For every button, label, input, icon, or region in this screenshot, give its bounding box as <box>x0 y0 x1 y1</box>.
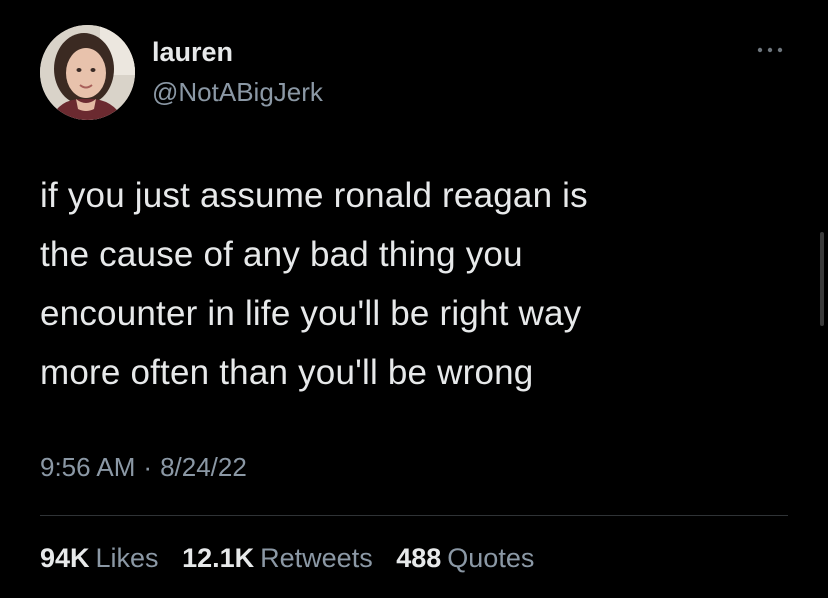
engagement-stats: 94K Likes 12.1K Retweets 488 Quotes <box>40 540 550 576</box>
retweets-count: 12.1K <box>182 543 255 573</box>
quotes-stat[interactable]: 488 Quotes <box>396 540 534 576</box>
tweet-text-line: encounter in life you'll be right way <box>40 294 582 333</box>
tweet-text: if you just assume ronald reagan is the … <box>40 166 780 402</box>
avatar[interactable] <box>40 25 135 120</box>
likes-count: 94K <box>40 543 90 573</box>
avatar-image <box>40 25 135 120</box>
tweet-card: lauren @NotABigJerk if you just assume r… <box>0 0 828 598</box>
divider <box>40 515 788 516</box>
scroll-indicator[interactable] <box>820 232 824 326</box>
tweet-text-line: if you just assume ronald reagan is <box>40 176 588 215</box>
retweets-stat[interactable]: 12.1K Retweets <box>182 540 373 576</box>
more-options-button[interactable] <box>752 36 788 64</box>
display-name[interactable]: lauren <box>152 36 233 68</box>
tweet-time: 9:56 AM <box>40 452 136 482</box>
timestamp-separator: · <box>143 452 153 482</box>
tweet-text-line: more often than you'll be wrong <box>40 353 534 392</box>
more-horizontal-icon <box>757 47 783 53</box>
quotes-count: 488 <box>396 543 442 573</box>
retweets-label: Retweets <box>260 543 373 573</box>
tweet-text-line: the cause of any bad thing you <box>40 235 523 274</box>
quotes-label: Quotes <box>447 543 535 573</box>
tweet-timestamp[interactable]: 9:56 AM · 8/24/22 <box>40 450 247 484</box>
tweet-date: 8/24/22 <box>160 452 247 482</box>
likes-stat[interactable]: 94K Likes <box>40 540 159 576</box>
likes-label: Likes <box>95 543 159 573</box>
user-handle[interactable]: @NotABigJerk <box>152 76 323 108</box>
